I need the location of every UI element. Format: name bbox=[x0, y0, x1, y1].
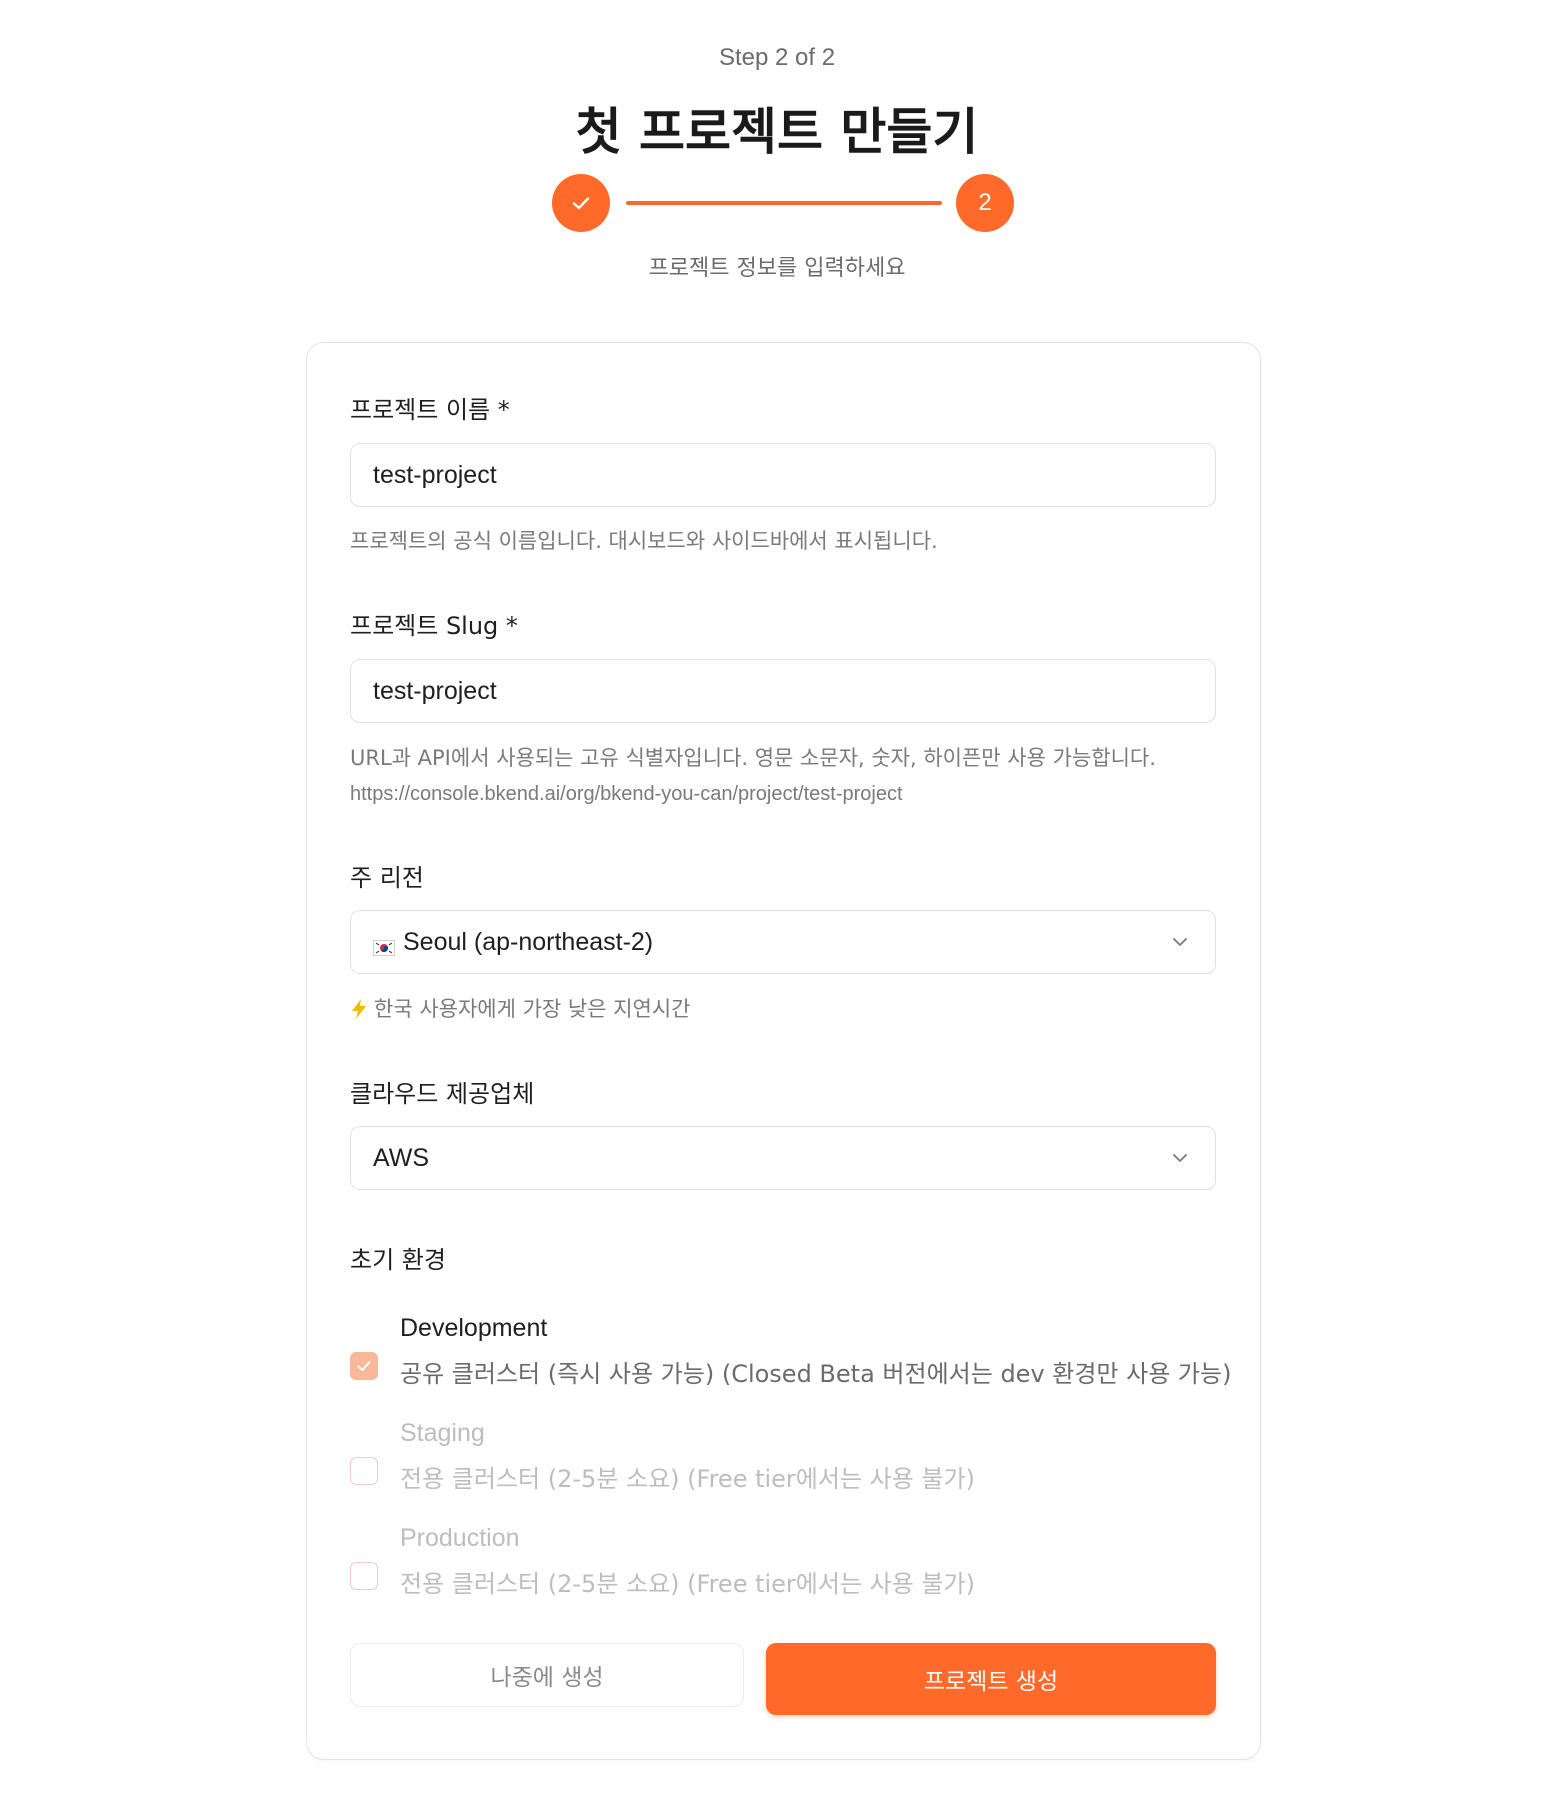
production-desc: 전용 클러스터 (2-5분 소요) (Free tier에서는 사용 불가) bbox=[400, 1570, 975, 1598]
production-checkbox bbox=[350, 1562, 378, 1590]
project-name-label: 프로젝트 이름 * bbox=[350, 396, 510, 424]
step-2-current: 2 bbox=[956, 174, 1014, 232]
create-later-button[interactable]: 나중에 생성 bbox=[350, 1643, 744, 1707]
project-slug-help: URL과 API에서 사용되는 고유 식별자입니다. 영문 소문자, 숫자, 하… bbox=[350, 746, 1156, 770]
development-title: Development bbox=[400, 1314, 548, 1342]
staging-title: Staging bbox=[400, 1419, 485, 1447]
region-select-value: Seoul (ap-northeast-2) bbox=[403, 927, 654, 956]
region-hint-text: 한국 사용자에게 가장 낮은 지연시간 bbox=[374, 997, 691, 1021]
chevron-down-icon bbox=[1173, 938, 1187, 946]
environments-label: 초기 환경 bbox=[350, 1246, 446, 1274]
korea-flag-icon bbox=[373, 934, 395, 956]
staging-desc: 전용 클러스터 (2-5분 소요) (Free tier에서는 사용 불가) bbox=[400, 1465, 975, 1493]
development-checkbox[interactable] bbox=[350, 1352, 378, 1380]
project-slug-input[interactable]: test-project bbox=[350, 659, 1216, 723]
production-title: Production bbox=[400, 1524, 520, 1552]
project-name-input[interactable]: test-project bbox=[350, 443, 1216, 507]
page-subtitle: 프로젝트 정보를 입력하세요 bbox=[648, 256, 906, 281]
page-title: 첫 프로젝트 만들기 bbox=[575, 103, 979, 161]
lightning-icon bbox=[352, 999, 366, 1019]
check-icon bbox=[357, 1361, 371, 1371]
cloud-provider-value: AWS bbox=[373, 1143, 430, 1172]
project-url-preview: https://console.bkend.ai/org/bkend-you-c… bbox=[350, 783, 903, 805]
development-desc: 공유 클러스터 (즉시 사용 가능) (Closed Beta 버전에서는 de… bbox=[400, 1360, 1232, 1388]
cloud-provider-label: 클라우드 제공업체 bbox=[350, 1080, 535, 1108]
environment-option-staging: Staging 전용 클러스터 (2-5분 소요) (Free tier에서는 … bbox=[350, 1419, 1216, 1499]
project-slug-label: 프로젝트 Slug * bbox=[350, 612, 518, 640]
create-project-button[interactable]: 프로젝트 생성 bbox=[766, 1643, 1216, 1715]
environment-option-development[interactable]: Development 공유 클러스터 (즉시 사용 가능) (Closed B… bbox=[350, 1314, 1231, 1394]
staging-checkbox bbox=[350, 1457, 378, 1485]
chevron-down-icon bbox=[1173, 1154, 1187, 1162]
region-hint: 한국 사용자에게 가장 낮은 지연시간 bbox=[350, 993, 691, 1023]
step-1-complete bbox=[552, 174, 610, 232]
step-connector bbox=[626, 201, 942, 205]
step-label: Step 2 of 2 bbox=[718, 44, 836, 71]
region-label: 주 리전 bbox=[350, 864, 424, 892]
check-icon bbox=[572, 197, 590, 210]
project-name-help: 프로젝트의 공식 이름입니다. 대시보드와 사이드바에서 표시됩니다. bbox=[350, 529, 938, 553]
stepper: 2 bbox=[552, 174, 1014, 232]
environment-option-production: Production 전용 클러스터 (2-5분 소요) (Free tier에… bbox=[350, 1524, 1216, 1604]
cloud-provider-select[interactable]: AWS bbox=[350, 1126, 1216, 1190]
region-select[interactable]: Seoul (ap-northeast-2) bbox=[350, 910, 1216, 974]
